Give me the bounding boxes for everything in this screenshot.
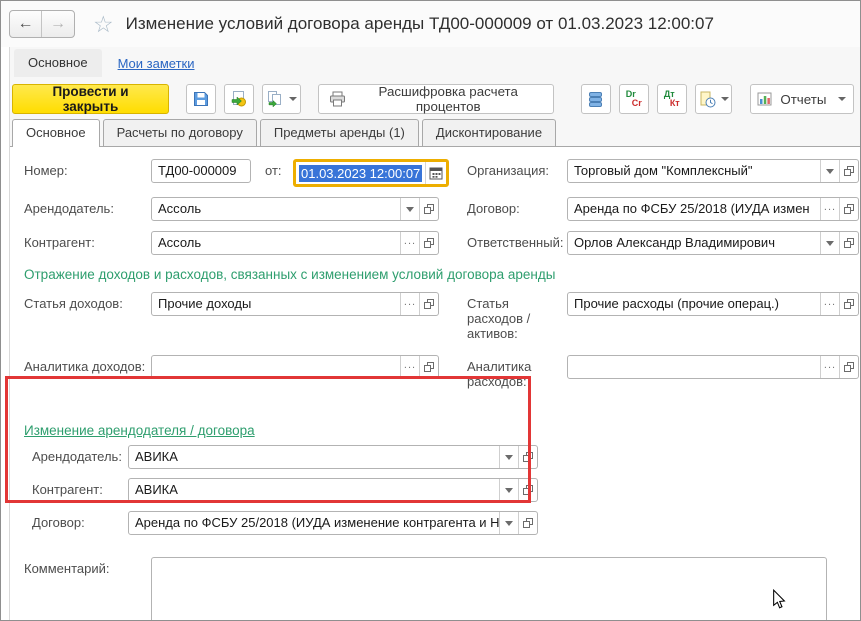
counterparty-field[interactable]: Ассоль	[152, 232, 400, 254]
organization-label: Организация:	[467, 163, 550, 178]
responsible-label: Ответственный:	[467, 235, 564, 250]
responsible-field[interactable]: Орлов Александр Владимирович	[568, 232, 820, 254]
form-area: Номер: ТД00-000009 от: 01.03.2023 12:00:…	[10, 147, 860, 620]
open-form-icon[interactable]	[518, 512, 537, 534]
save-icon	[192, 90, 210, 108]
drcr-icon: Dr Cr	[625, 89, 642, 108]
forward-icon[interactable]: →	[42, 11, 74, 37]
new-counterparty-field[interactable]: АВИКА	[129, 479, 499, 501]
printer-icon	[329, 91, 346, 107]
number-label: Номер:	[24, 163, 68, 178]
open-form-icon[interactable]	[839, 356, 858, 378]
comment-field[interactable]	[151, 557, 827, 620]
dtkt-icon: Дт Кт	[663, 89, 680, 108]
history-nav-group: ← →	[9, 10, 75, 38]
command-bar: Провести и закрыть Расшифровка расчета п…	[10, 79, 860, 119]
comment-label: Комментарий:	[24, 561, 110, 576]
open-form-icon[interactable]	[839, 232, 858, 254]
dropdown-icon[interactable]	[499, 446, 518, 468]
nav-item-main[interactable]: Основное	[14, 49, 102, 77]
open-form-icon[interactable]	[839, 293, 858, 315]
document-form-window: ← → ☆ Изменение условий договора аренды …	[0, 0, 861, 621]
ellipsis-icon[interactable]: ...	[400, 356, 419, 378]
expense-analytics-label: Аналитика расходов:	[467, 359, 532, 389]
save-button[interactable]	[186, 84, 217, 114]
title-bar: ← → ☆ Изменение условий договора аренды …	[1, 1, 860, 47]
post-document-icon	[230, 90, 248, 108]
interest-calc-decrypt-button[interactable]: Расшифровка расчета процентов	[318, 84, 555, 114]
tab-contract-settlements[interactable]: Расчеты по договору	[102, 119, 257, 146]
dropdown-icon[interactable]	[499, 512, 518, 534]
new-lessor-label: Арендодатель:	[32, 449, 122, 464]
open-form-icon[interactable]	[419, 356, 438, 378]
document-movements-button[interactable]	[694, 84, 733, 114]
dropdown-icon[interactable]	[400, 198, 419, 220]
change-lessor-section-link[interactable]: Изменение арендодателя / договора	[24, 423, 255, 438]
dropdown-icon[interactable]	[820, 160, 839, 182]
report-chart-icon	[757, 91, 773, 107]
expense-item-label: Статья расходов / активов:	[467, 296, 531, 341]
open-form-icon[interactable]	[518, 446, 537, 468]
new-contract-field[interactable]: Аренда по ФСБУ 25/2018 (ИУДА изменение к…	[129, 512, 499, 534]
chevron-down-icon	[838, 97, 847, 101]
number-field[interactable]: ТД00-000009	[152, 160, 250, 182]
copy-document-icon	[266, 90, 284, 108]
dropdown-icon[interactable]	[499, 479, 518, 501]
tab-lease-subjects[interactable]: Предметы аренды (1)	[259, 119, 419, 146]
open-form-icon[interactable]	[518, 479, 537, 501]
income-expense-section-title: Отражение доходов и расходов, связанных …	[24, 267, 556, 282]
back-icon[interactable]: ←	[10, 11, 42, 37]
reports-button[interactable]: Отчеты	[749, 84, 854, 114]
dropdown-icon[interactable]	[820, 232, 839, 254]
date-field[interactable]: 01.03.2023 12:00:07	[293, 159, 449, 187]
ellipsis-icon[interactable]: ...	[400, 232, 419, 254]
income-analytics-label: Аналитика доходов:	[24, 359, 146, 374]
new-contract-label: Договор:	[32, 515, 85, 530]
open-form-icon[interactable]	[419, 293, 438, 315]
tab-discounting[interactable]: Дисконтирование	[421, 119, 557, 146]
document-history-icon	[699, 91, 716, 108]
contract-label: Договор:	[467, 201, 520, 216]
dtkt-entries-button[interactable]: Дт Кт	[656, 84, 687, 114]
income-analytics-field[interactable]	[152, 356, 400, 378]
open-form-icon[interactable]	[839, 198, 858, 220]
organization-field[interactable]: Торговый дом "Комплексный"	[568, 160, 820, 182]
chevron-down-icon	[720, 97, 729, 101]
register-list-icon	[588, 91, 603, 108]
expense-item-field[interactable]: Прочие расходы (прочие операц.)	[568, 293, 820, 315]
register-records-button[interactable]	[580, 84, 611, 114]
post-and-close-button[interactable]: Провести и закрыть	[12, 84, 170, 114]
new-counterparty-label: Контрагент:	[32, 482, 103, 497]
open-form-icon[interactable]	[419, 198, 438, 220]
post-document-button[interactable]	[224, 84, 255, 114]
date-label: от:	[265, 163, 282, 178]
counterparty-label: Контрагент:	[24, 235, 95, 250]
income-item-label: Статья доходов:	[24, 296, 123, 311]
nav-link-row: Основное Мои заметки	[10, 47, 860, 79]
lessor-field[interactable]: Ассоль	[152, 198, 400, 220]
open-form-icon[interactable]	[839, 160, 858, 182]
contract-field[interactable]: Аренда по ФСБУ 25/2018 (ИУДА измен	[568, 198, 820, 220]
expense-analytics-field[interactable]	[568, 356, 820, 378]
ellipsis-icon[interactable]: ...	[820, 356, 839, 378]
document-tabs: Основное Расчеты по договору Предметы ар…	[10, 119, 860, 147]
page-title: Изменение условий договора аренды ТД00-0…	[125, 14, 714, 33]
ellipsis-icon[interactable]: ...	[820, 198, 839, 220]
date-selected-text: 01.03.2023 12:00:07	[299, 164, 423, 182]
new-lessor-field[interactable]: АВИКА	[129, 446, 499, 468]
nav-item-my-notes[interactable]: Мои заметки	[118, 56, 195, 71]
open-form-icon[interactable]	[419, 232, 438, 254]
tab-main[interactable]: Основное	[12, 119, 100, 147]
create-based-on-button[interactable]	[262, 84, 301, 114]
lessor-label: Арендодатель:	[24, 201, 114, 216]
ellipsis-icon[interactable]: ...	[820, 293, 839, 315]
ellipsis-icon[interactable]: ...	[400, 293, 419, 315]
calendar-icon[interactable]	[425, 162, 446, 184]
income-item-field[interactable]: Прочие доходы	[152, 293, 400, 315]
favorite-star-icon[interactable]: ☆	[93, 12, 114, 36]
chevron-down-icon	[289, 97, 298, 101]
drcr-entries-button[interactable]: Dr Cr	[618, 84, 649, 114]
